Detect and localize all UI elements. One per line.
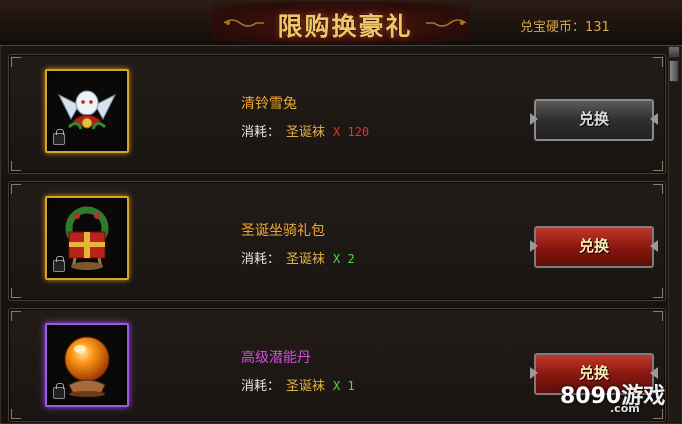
title-ornament-right-icon [426, 19, 467, 27]
cost-item-name: 圣诞袜 [286, 125, 326, 140]
exchange-button[interactable]: 兑换 [534, 99, 654, 141]
scrollbar-track[interactable] [668, 46, 680, 422]
bound-lock-icon [53, 129, 65, 145]
item-cost: 消耗： 圣诞袜 X 2 [241, 248, 355, 267]
cost-label: 消耗： [241, 252, 281, 267]
cost-item-name: 圣诞袜 [286, 379, 326, 394]
title-ornament-left-icon [223, 19, 264, 27]
scroll-up-button[interactable] [668, 46, 680, 58]
exchange-row: 清铃雪兔 消耗： 圣诞袜 X 120 兑换 [8, 54, 666, 174]
exchange-row: 圣诞坐骑礼包 消耗： 圣诞袜 X 2 兑换 [8, 181, 666, 301]
cost-quantity: X 120 [333, 125, 370, 139]
page-title: 限购换豪礼 [277, 12, 413, 41]
cost-label: 消耗： [241, 379, 281, 394]
site-watermark: 8090游戏 .com [560, 378, 665, 415]
cost-quantity: X 2 [333, 252, 355, 266]
item-slot[interactable] [45, 69, 129, 153]
panel-header: 限购换豪礼 兑宝硬币：131 [0, 0, 682, 46]
bound-lock-icon [53, 383, 65, 399]
scrollbar-thumb[interactable] [669, 60, 679, 82]
item-name: 清铃雪兔 [241, 96, 297, 112]
cost-item-name: 圣诞袜 [286, 252, 326, 267]
item-slot[interactable] [45, 196, 129, 280]
bound-lock-icon [53, 256, 65, 272]
watermark-domain: .com [610, 402, 640, 415]
item-cost: 消耗： 圣诞袜 X 120 [241, 121, 369, 140]
cost-label: 消耗： [241, 125, 281, 140]
item-name: 高级潜能丹 [241, 350, 311, 366]
coin-balance: 兑宝硬币：131 [520, 20, 610, 35]
item-slot[interactable] [45, 323, 129, 407]
exchange-button[interactable]: 兑换 [534, 226, 654, 268]
cost-quantity: X 1 [333, 379, 355, 393]
item-name: 圣诞坐骑礼包 [241, 223, 325, 239]
item-cost: 消耗： 圣诞袜 X 1 [241, 375, 355, 394]
